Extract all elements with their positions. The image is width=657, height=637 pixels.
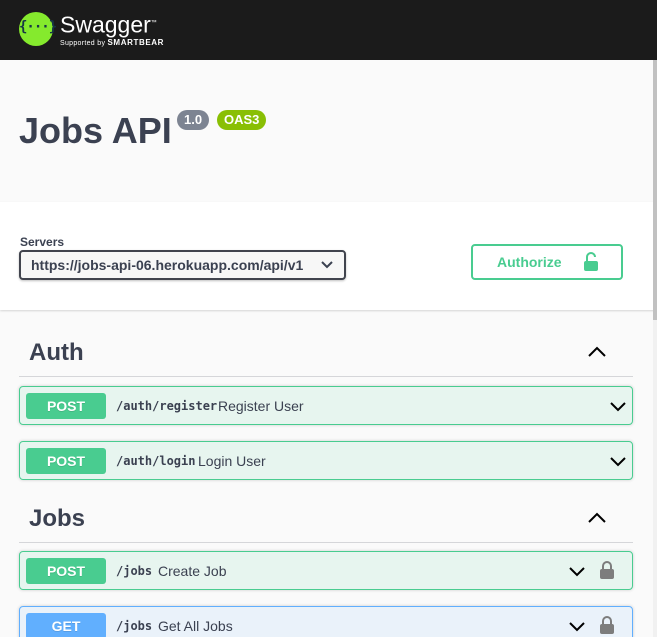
tagline-prefix: Supported by [60,39,106,47]
operation-path: /jobs [116,619,153,633]
method-badge: GET [26,613,106,637]
padlock-icon[interactable] [599,615,615,635]
logo-symbol: {···} [19,19,57,36]
tag-header-jobs[interactable]: Jobs [19,499,633,543]
brand-tagline: Supported by SMARTBEAR [60,38,164,48]
logo-text: Swagger™ Supported by SMARTBEAR [60,11,164,48]
chevron-up-icon[interactable] [587,511,607,525]
method-badge: POST [26,448,106,474]
authorize-label: Authorize [497,254,562,270]
operation-post-jobs[interactable]: POST /jobs Create Job [19,551,633,590]
tag-name: Jobs [29,505,86,532]
swagger-logo[interactable]: {···} Swagger™ Supported by SMARTBEAR [19,11,164,48]
tag-name: Auth [29,339,84,366]
servers-label: Servers [20,235,65,249]
operation-path: /auth/login [116,454,196,468]
scrollbar-thumb[interactable] [653,60,657,320]
swagger-ui-page: {···} Swagger™ Supported by SMARTBEAR Jo… [0,0,657,637]
version-badge: 1.0 [177,110,210,130]
operation-get-jobs[interactable]: GET /jobs Get All Jobs [19,606,633,637]
brand-name: Swagger™ [60,11,164,37]
operation-summary: Register User [218,398,304,414]
operation-summary: Get All Jobs [158,618,233,634]
chevron-down-icon[interactable] [609,400,627,413]
operation-summary: Login User [198,453,266,469]
operation-post-auth-register[interactable]: POST /auth/register Register User [19,386,633,425]
chevron-up-icon[interactable] [587,345,607,359]
swagger-logo-icon: {···} [19,12,57,47]
operation-path: /jobs [116,564,153,578]
brand-word: Swagger [60,11,151,38]
servers-selected-value: https://jobs-api-06.herokuapp.com/api/v1 [31,257,304,273]
tag-header-auth[interactable]: Auth [19,333,633,377]
operation-post-auth-login[interactable]: POST /auth/login Login User [19,441,633,480]
tagline-brand: SMARTBEAR [107,37,165,47]
padlock-icon[interactable] [599,560,615,580]
method-badge: POST [26,393,106,419]
api-info: Jobs API 1.0 OAS3 [0,60,657,202]
chevron-down-icon[interactable] [609,455,627,468]
top-bar: {···} Swagger™ Supported by SMARTBEAR [0,0,657,60]
unlocked-padlock-icon [584,252,598,271]
brand-trademark: ™ [150,20,157,26]
scheme-container: Servers https://jobs-api-06.herokuapp.co… [0,202,657,310]
authorize-button[interactable]: Authorize [471,244,623,280]
method-badge: POST [26,558,106,584]
chevron-down-icon[interactable] [568,565,586,578]
operation-summary: Create Job [158,563,227,579]
oas-badge: OAS3 [217,110,267,130]
api-title: Jobs API [19,110,172,151]
chevron-down-icon[interactable] [568,620,586,633]
chevron-down-icon [321,261,333,269]
servers-select[interactable]: https://jobs-api-06.herokuapp.com/api/v1 [19,250,346,280]
operation-path: /auth/register [116,399,218,413]
